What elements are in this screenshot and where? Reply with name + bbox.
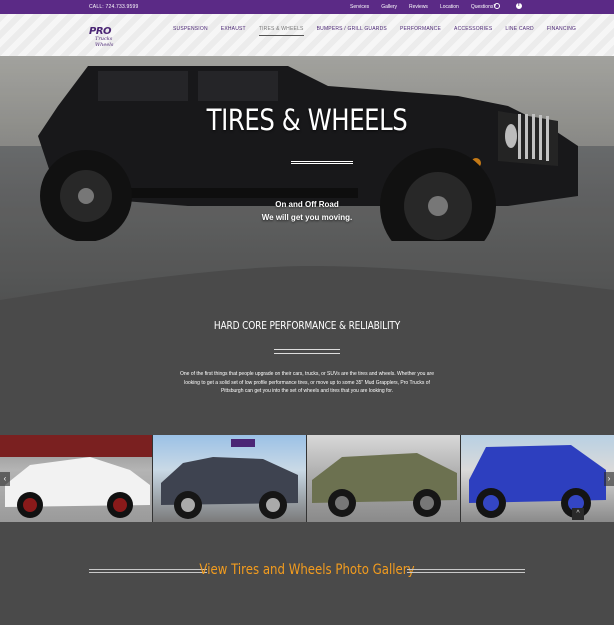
top-link-reviews[interactable]: Reviews (409, 4, 428, 10)
hero-curve-divider (0, 266, 614, 306)
gallery-photo-4[interactable] (461, 435, 614, 522)
gallery-photo-2[interactable] (153, 435, 307, 522)
nav-financing[interactable]: FINANCING (547, 26, 576, 36)
section-divider (274, 349, 340, 354)
section-body: One of the first things that people upgr… (179, 371, 435, 394)
scroll-to-top-button[interactable]: ^ (572, 508, 584, 520)
gallery-prev-arrow[interactable]: ‹ (0, 472, 10, 486)
nav-exhaust[interactable]: EXHAUST (221, 26, 246, 36)
nav-suspension[interactable]: SUSPENSION (173, 26, 208, 36)
instagram-icon[interactable] (494, 3, 500, 9)
hero-divider (291, 159, 353, 165)
nav-accessories[interactable]: ACCESSORIES (454, 26, 492, 36)
top-links: Services Gallery Reviews Location Questi… (350, 4, 496, 10)
nav-bumpers-grill-guards[interactable]: BUMPERS / GRILL GUARDS (317, 26, 387, 36)
hero-subtitle-1: On and Off Road (275, 200, 339, 209)
main-nav: SUSPENSION EXHAUST TIRES & WHEELS BUMPER… (173, 26, 589, 36)
cta-line-right (407, 569, 525, 573)
photo-gallery-strip: ‹ › (0, 435, 614, 522)
nav-line-card[interactable]: LINE CARD (505, 26, 533, 36)
social-links (494, 2, 522, 9)
nav-performance[interactable]: PERFORMANCE (400, 26, 441, 36)
top-link-location[interactable]: Location (440, 4, 459, 10)
phone-number[interactable]: CALL: 724.733.9599 (89, 4, 138, 10)
gallery-photo-1[interactable] (0, 435, 153, 522)
section-title: HARD CORE PERFORMANCE & RELIABILITY (213, 320, 401, 332)
gallery-photo-3[interactable] (307, 435, 461, 522)
top-link-services[interactable]: Services (350, 4, 369, 10)
hero-banner: TIRES & WHEELS On and Off Road We will g… (0, 56, 614, 301)
hero-subtitle-2: We will get you moving. (261, 213, 353, 222)
nav-tires-wheels[interactable]: TIRES & WHEELS (258, 26, 304, 36)
facebook-icon[interactable] (516, 2, 522, 9)
top-link-questions[interactable]: Questions? (471, 4, 496, 10)
hero-title: TIRES & WHEELS (206, 103, 408, 137)
logo-subtext: Trucks Wheels (95, 36, 114, 48)
hero-overlay (0, 56, 614, 301)
top-bar: CALL: 724.733.9599 Services Gallery Revi… (0, 0, 614, 14)
site-header: PRO Trucks Wheels SUSPENSION EXHAUST TIR… (0, 14, 614, 56)
top-link-gallery[interactable]: Gallery (381, 4, 397, 10)
site-logo[interactable]: PRO Trucks Wheels (89, 26, 127, 48)
gallery-next-arrow[interactable]: › (604, 472, 614, 486)
gallery-cta: View Tires and Wheels Photo Gallery (0, 560, 614, 584)
